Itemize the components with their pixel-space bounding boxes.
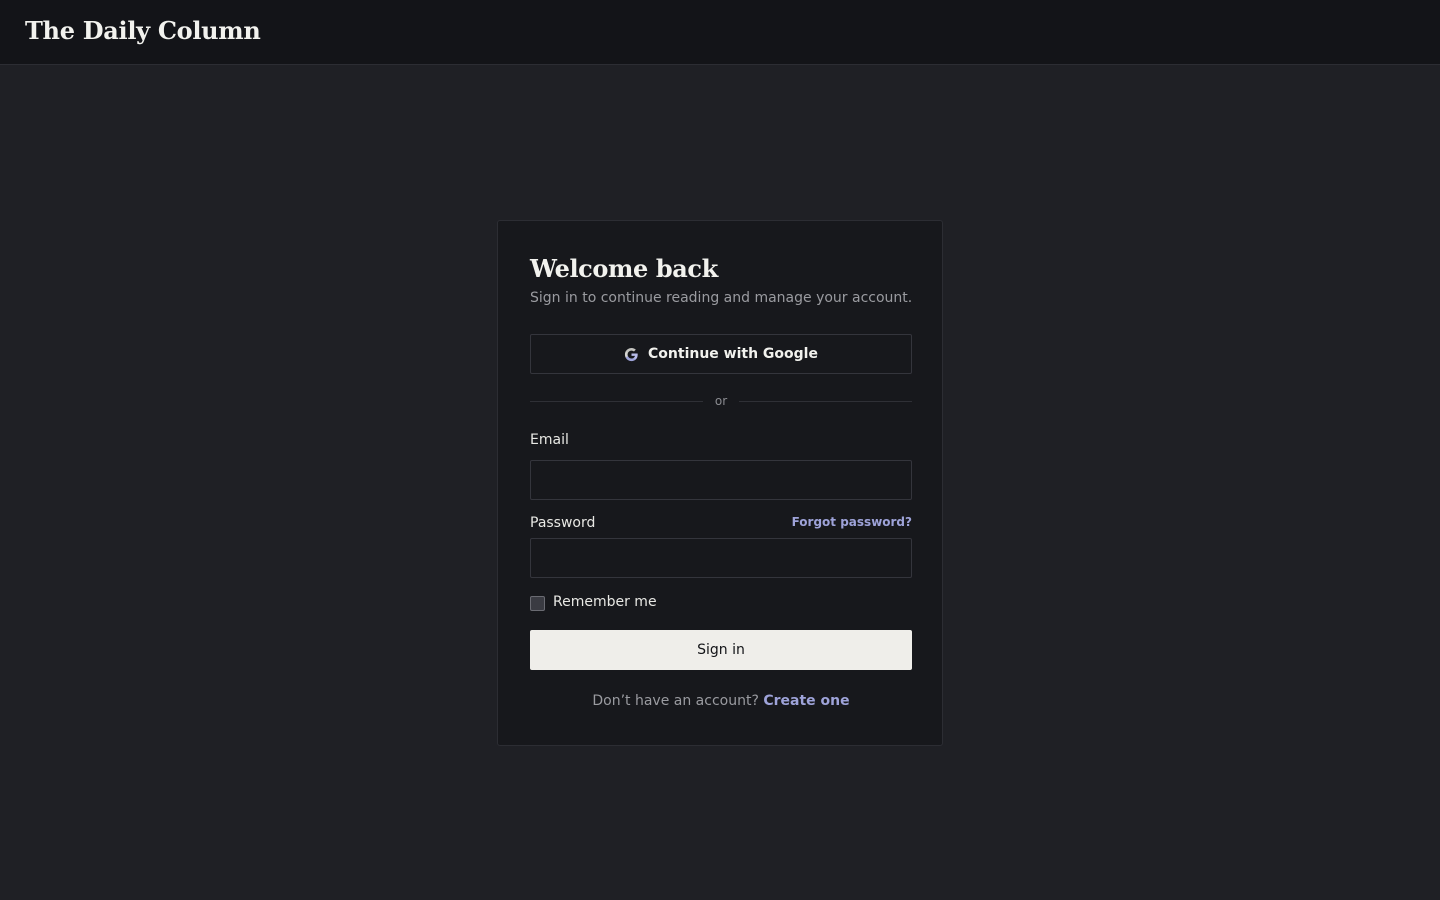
remember-me-label[interactable]: Remember me (553, 592, 657, 612)
password-field[interactable] (530, 538, 912, 578)
email-label: Email (530, 432, 569, 448)
signup-prompt-text: Don’t have an account? (592, 693, 759, 709)
google-icon (624, 347, 639, 362)
google-button-label: Continue with Google (648, 346, 818, 362)
create-account-link[interactable]: Create one (763, 693, 849, 709)
top-header: The Daily Column (0, 0, 1440, 65)
signup-prompt-row: Don’t have an account? Create one (530, 691, 912, 711)
remember-me-row: Remember me (530, 592, 657, 612)
page-title: Welcome back (530, 254, 718, 283)
password-label: Password (530, 515, 596, 531)
continue-with-google-button[interactable]: Continue with Google (530, 334, 912, 374)
or-divider: or (530, 391, 912, 411)
page-subtitle: Sign in to continue reading and manage y… (530, 290, 913, 306)
login-card: Welcome back Sign in to continue reading… (497, 220, 943, 746)
email-field[interactable] (530, 460, 912, 500)
divider-line-right (739, 401, 912, 402)
forgot-password-link[interactable]: Forgot password? (792, 513, 912, 531)
remember-me-checkbox[interactable] (530, 595, 545, 611)
sign-in-button[interactable]: Sign in (530, 630, 912, 670)
site-logo-title[interactable]: The Daily Column (25, 14, 261, 48)
